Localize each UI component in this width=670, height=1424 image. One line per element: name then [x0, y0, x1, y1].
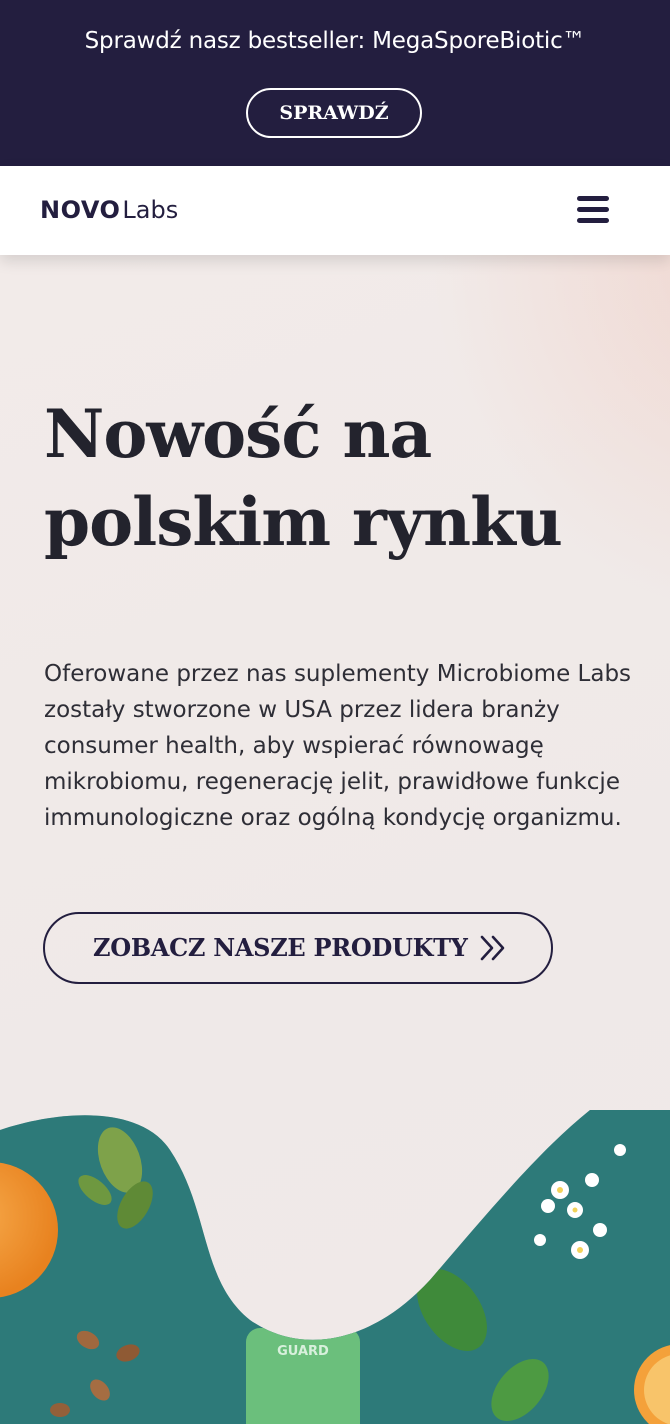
hero-headline: Nowość na polskim rynku: [44, 390, 644, 566]
hero-description: Oferowane przez nas suplementy Microbiom…: [44, 661, 632, 831]
logo[interactable]: NOVO Labs: [40, 196, 178, 224]
hero-product-photo: GUARD: [0, 1110, 670, 1424]
headline-line-1: Nowość na: [44, 395, 432, 473]
logo-light-text: Labs: [122, 196, 179, 224]
headline-line-2: polskim rynku: [44, 483, 563, 561]
logo-bold-text: NOVO: [40, 196, 121, 224]
product-bottle: [246, 1328, 360, 1424]
double-chevron-right-icon: [480, 935, 505, 961]
see-products-button[interactable]: ZOBACZ NASZE PRODUKTY: [43, 912, 553, 984]
promo-check-button[interactable]: SPRAWDŹ: [246, 88, 422, 138]
see-products-label: ZOBACZ NASZE PRODUKTY: [93, 933, 468, 962]
promo-banner: Sprawdź nasz bestseller: MegaSporeBiotic…: [0, 0, 670, 166]
promo-text: Sprawdź nasz bestseller: MegaSporeBiotic…: [84, 28, 586, 54]
hamburger-menu-icon[interactable]: [577, 196, 609, 224]
bottle-label: GUARD: [277, 1344, 329, 1359]
